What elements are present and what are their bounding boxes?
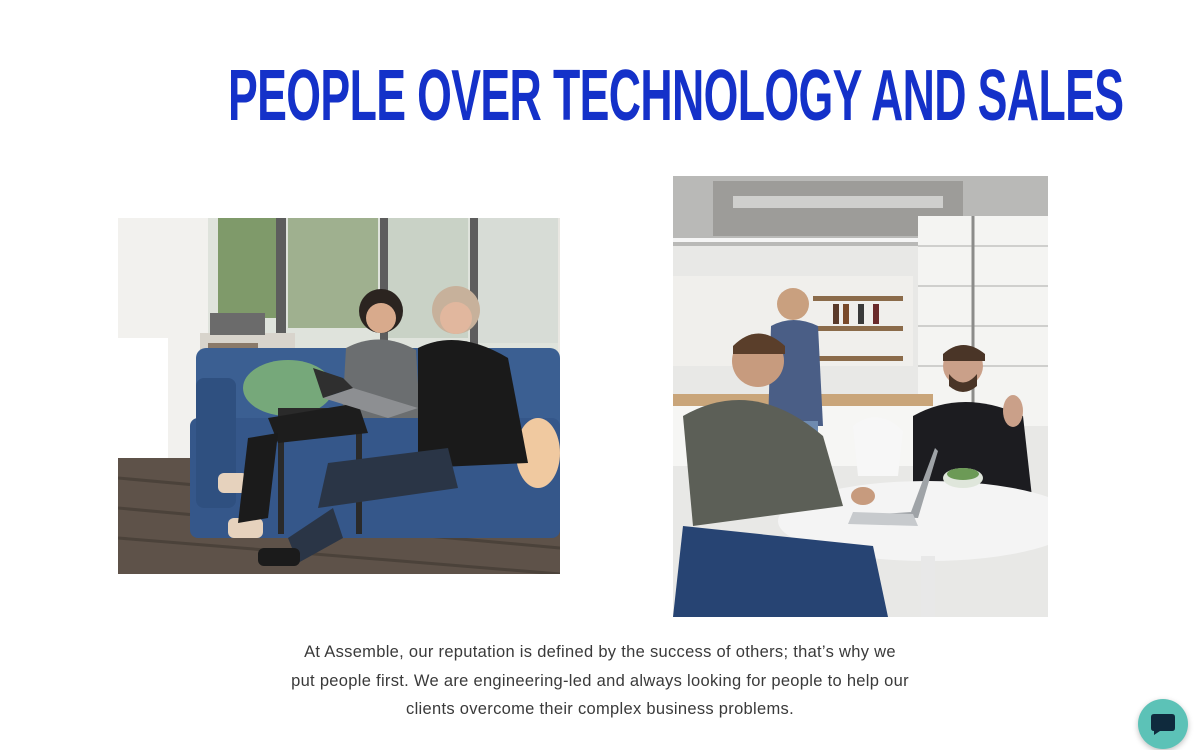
page-title: PEOPLE OVER TECHNOLOGY AND SALES — [228, 56, 1124, 136]
chat-launcher-button[interactable] — [1138, 699, 1188, 749]
team-photo-couch — [118, 218, 560, 574]
intro-paragraph: At Assemble, our reputation is defined b… — [291, 643, 909, 718]
chat-bubble-icon — [1151, 714, 1175, 735]
team-photo-kitchen — [673, 176, 1048, 617]
page: PEOPLE OVER TECHNOLOGY AND SALES At Asse… — [0, 0, 1200, 750]
